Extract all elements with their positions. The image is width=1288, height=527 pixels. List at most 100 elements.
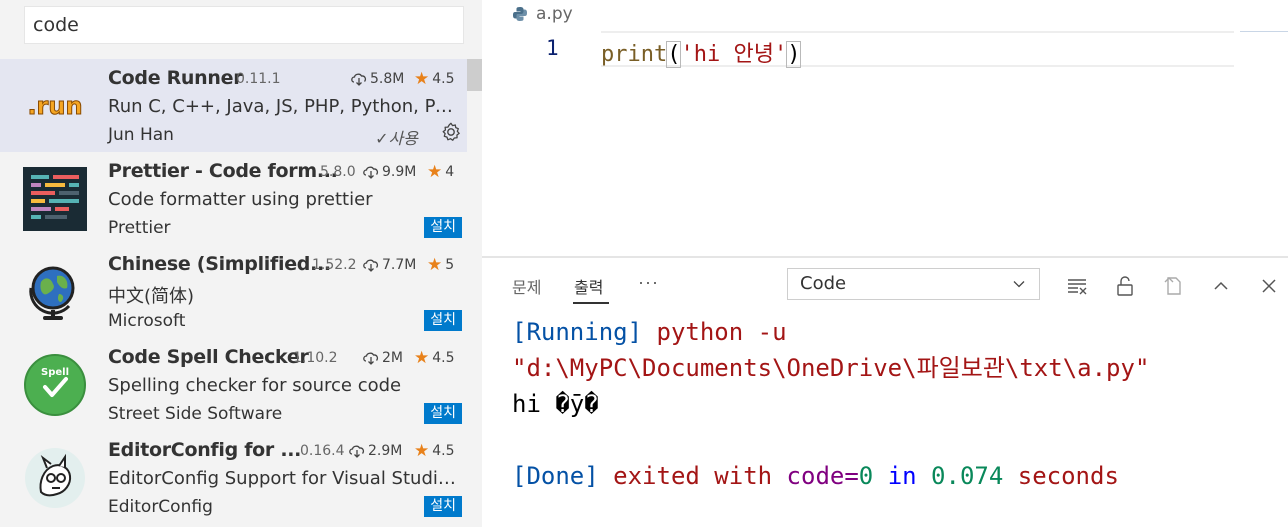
extension-search-input[interactable] [25, 7, 463, 43]
open-log-file-icon[interactable] [1162, 274, 1186, 298]
extension-rating: ★ 4 [427, 162, 455, 182]
extension-name: Code Runner [108, 67, 243, 89]
install-button[interactable]: 설치 [424, 496, 462, 517]
star-icon: ★ [427, 255, 443, 275]
install-button[interactable]: 설치 [424, 217, 462, 238]
star-icon: ★ [427, 162, 443, 182]
prettier-logo-icon [22, 166, 88, 232]
extension-name: EditorConfig for ... [108, 439, 302, 461]
extension-version: 5.8.0 [320, 164, 356, 180]
globe-logo-icon [22, 259, 88, 325]
extension-publisher: Street Side Software [108, 404, 283, 424]
exit-code: 0 [858, 462, 874, 490]
python-file-icon [513, 7, 527, 21]
code-token-function: print [601, 42, 668, 67]
elapsed-time: 0.074 [931, 462, 1004, 490]
run-command: python -u [642, 318, 787, 346]
run-logo-text: .run [27, 92, 82, 120]
extension-name: Prettier - Code form... [108, 160, 338, 182]
output-line-path: "d:\MyPC\Documents\OneDrive\파일보관\txt\a.p… [512, 350, 1149, 386]
code-editor[interactable]: a.py 1 print('hi 안녕') [482, 0, 1288, 258]
star-icon: ★ [414, 348, 430, 368]
clear-output-icon[interactable] [1065, 274, 1089, 298]
current-line-highlight: print('hi 안녕') [601, 31, 1234, 68]
spell-check-logo-icon: Spell [22, 352, 88, 418]
extension-item-editorconfig[interactable]: EditorConfig for ... 0.16.4 2.9M ★ 4.5 Ed… [0, 431, 467, 524]
extension-downloads: 2.9M [348, 443, 402, 459]
extension-description: Run C, C++, Java, JS, PHP, Python, Perl,… [108, 96, 463, 117]
extension-rating: ★ 4.5 [414, 441, 455, 461]
output-line-done: [Done] exited with code=0 in 0.074 secon… [512, 462, 1119, 490]
extension-rating: ★ 4.5 [414, 348, 455, 368]
output-panel: 문제 출력 ··· Code [Running] python -u "d:\My… [482, 258, 1288, 527]
more-tabs-button[interactable]: ··· [638, 272, 659, 293]
code-token-close-paren: ) [786, 41, 802, 68]
extension-item-code-spell-checker[interactable]: Spell Code Spell Checker 1.10.2 2M ★ 4.5 … [0, 338, 467, 431]
editor-tab-title: a.py [536, 4, 573, 24]
extension-search-box[interactable] [24, 6, 464, 44]
run-logo-icon: .run [22, 73, 88, 139]
extension-downloads: 5.8M [350, 71, 404, 87]
running-tag: [Running] [512, 318, 643, 346]
extension-downloads: 2M [362, 350, 403, 366]
close-panel-icon[interactable] [1257, 274, 1281, 298]
lock-scroll-icon[interactable] [1113, 274, 1137, 298]
editor-tab[interactable]: a.py [512, 4, 573, 24]
spell-logo-text: Spell [41, 367, 69, 378]
extension-publisher: Prettier [108, 218, 171, 238]
extension-description: 中文(简体) [108, 286, 195, 307]
line-number: 1 [546, 36, 559, 60]
extensions-panel: .run Code Runner 0.11.1 5.8M ★4.5 Run C,… [0, 0, 482, 527]
extension-downloads: 7.7M [362, 257, 416, 273]
code-token-string: 'hi 안녕' [680, 42, 788, 67]
tab-output[interactable]: 출력 [574, 274, 603, 298]
install-button[interactable]: 설치 [424, 310, 462, 331]
gear-icon[interactable] [440, 121, 462, 143]
extension-description: Spelling checker for source code [108, 375, 402, 396]
star-icon: ★ [414, 69, 430, 89]
tab-problems[interactable]: 문제 [512, 274, 541, 298]
active-tab-indicator [573, 302, 609, 304]
maximize-panel-icon[interactable] [1209, 274, 1233, 298]
extension-version: 1.52.2 [312, 257, 357, 273]
extension-downloads: 9.9M [362, 164, 416, 180]
extension-publisher: Microsoft [108, 311, 186, 331]
output-log[interactable]: [Running] python -u "d:\MyPC\Documents\On… [512, 314, 1149, 494]
extension-description: EditorConfig Support for Visual Studio .… [108, 468, 463, 489]
output-line-result: hi �ȳ� [512, 386, 1149, 422]
output-line-running: [Running] python -u [512, 314, 1149, 350]
output-channel-value: Code [800, 273, 847, 294]
download-cloud-icon [363, 166, 379, 179]
code-line-1[interactable]: print('hi 안녕') [601, 36, 802, 68]
extension-item-prettier[interactable]: Prettier - Code form... 5.8.0 9.9M ★ 4 Co… [0, 152, 467, 245]
chevron-down-icon [1013, 281, 1025, 288]
output-line-blank [512, 422, 1149, 458]
extension-item-code-runner[interactable]: .run Code Runner 0.11.1 5.8M ★ 4.5 Run C,… [0, 59, 467, 152]
extension-publisher: Jun Han [108, 125, 174, 145]
extension-name: Chinese (Simplified... [108, 253, 331, 275]
extension-version: 1.10.2 [293, 350, 338, 366]
download-cloud-icon [351, 73, 367, 86]
download-cloud-icon [349, 445, 365, 458]
done-tag: [Done] [512, 462, 599, 490]
minimap-slider[interactable] [1240, 31, 1288, 32]
run-command-path: "d:\MyPC\Documents\OneDrive\파일보관\txt\a.p… [512, 354, 1150, 382]
extension-description: Code formatter using prettier [108, 189, 373, 210]
download-cloud-icon [363, 259, 379, 272]
extension-name: Code Spell Checker [108, 346, 309, 368]
scrollbar-thumb[interactable] [467, 59, 482, 91]
star-icon: ★ [414, 441, 430, 461]
extension-rating: ★ 5 [427, 255, 455, 275]
extension-version: 0.16.4 [300, 443, 345, 459]
output-channel-select[interactable]: Code [787, 268, 1040, 300]
extension-rating: ★ 4.5 [414, 69, 455, 89]
install-button[interactable]: 설치 [424, 403, 462, 424]
extension-version: 0.11.1 [236, 71, 281, 87]
code-token-open-paren: ( [666, 41, 682, 68]
download-cloud-icon [363, 352, 379, 365]
program-output: hi �ȳ� [512, 390, 599, 418]
extension-publisher: EditorConfig [108, 497, 213, 517]
editorconfig-logo-icon [22, 445, 88, 511]
extension-enabled-status: ✓사용 [375, 129, 418, 148]
extension-item-chinese[interactable]: Chinese (Simplified... 1.52.2 7.7M ★ 5 中文… [0, 245, 467, 338]
